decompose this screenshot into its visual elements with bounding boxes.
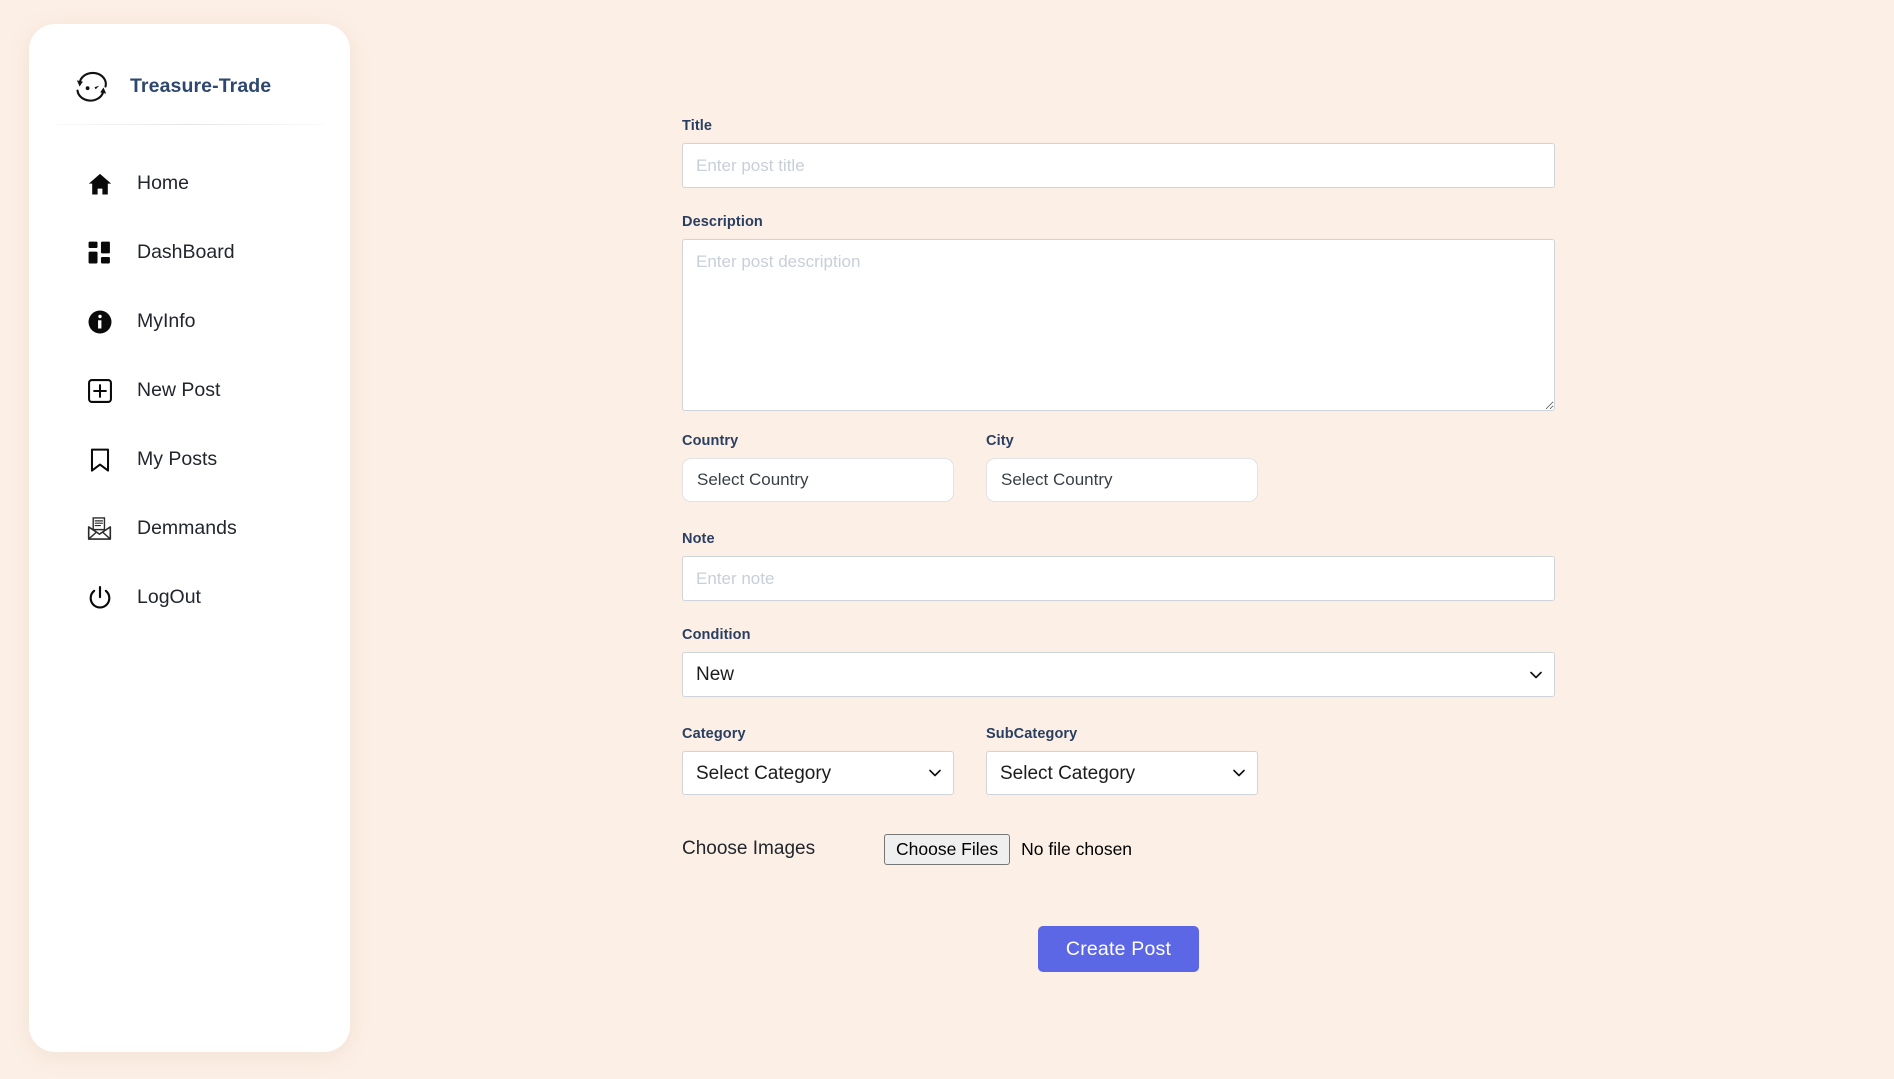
- home-icon: [85, 169, 114, 198]
- city-label: City: [986, 433, 1014, 449]
- sidebar-item-home[interactable]: Home: [29, 149, 350, 218]
- sidebar-item-label: My Posts: [137, 448, 218, 470]
- sidebar-item-label: New Post: [137, 379, 221, 401]
- country-label: Country: [682, 433, 739, 449]
- city-input[interactable]: [986, 458, 1258, 502]
- note-label: Note: [682, 531, 715, 547]
- brand-name: Treasure-Trade: [130, 75, 272, 97]
- condition-label: Condition: [682, 627, 751, 643]
- bookmark-icon: [85, 445, 114, 474]
- sidebar-item-logout[interactable]: LogOut: [29, 563, 350, 632]
- condition-field-group: Condition New: [682, 627, 1562, 697]
- choose-images-label: Choose Images: [682, 838, 816, 859]
- sidebar-item-myinfo[interactable]: MyInfo: [29, 287, 350, 356]
- country-field-group: Country: [682, 433, 954, 502]
- description-field-group: Description: [682, 214, 1562, 411]
- swap-arrows-face-icon: [70, 71, 114, 103]
- sidebar-item-dashboard[interactable]: DashBoard: [29, 218, 350, 287]
- category-row: Category Select Category SubCategory Sel…: [682, 726, 1562, 795]
- title-input[interactable]: [682, 143, 1555, 188]
- sidebar-item-label: Home: [137, 172, 190, 194]
- note-field-group: Note: [682, 531, 1562, 601]
- power-icon: [85, 583, 114, 612]
- category-label: Category: [682, 726, 746, 742]
- country-input[interactable]: [682, 458, 954, 502]
- sidebar-item-new-post[interactable]: New Post: [29, 356, 350, 425]
- sidebar-item-demmands[interactable]: Demmands: [29, 494, 350, 563]
- create-post-button[interactable]: Create Post: [1037, 926, 1200, 972]
- sidebar-divider: [55, 124, 324, 125]
- city-field-group: City: [986, 433, 1258, 502]
- subcategory-label: SubCategory: [986, 726, 1078, 742]
- choose-files-button[interactable]: Choose Files: [884, 833, 1011, 865]
- sidebar-item-label: DashBoard: [137, 241, 235, 263]
- file-input-control[interactable]: Choose Files No file chosen: [884, 833, 1133, 865]
- dashboard-grid-icon: [85, 238, 114, 267]
- file-chosen-status: No file chosen: [1021, 838, 1133, 859]
- create-post-form: Title Description Country City Note: [682, 0, 1562, 972]
- description-textarea[interactable]: [682, 239, 1555, 411]
- description-label: Description: [682, 214, 763, 230]
- title-field-group: Title: [682, 118, 1562, 188]
- sidebar-item-label: LogOut: [137, 586, 201, 608]
- note-input[interactable]: [682, 556, 1555, 601]
- subcategory-field-group: SubCategory Select Category: [986, 726, 1258, 795]
- plus-square-icon: [85, 376, 114, 405]
- submit-row: Create Post: [682, 926, 1555, 972]
- app-root: Treasure-Trade Home DashBoard MyInfo New…: [0, 0, 1894, 1079]
- sidebar-nav: Home DashBoard MyInfo New Post My Posts …: [29, 149, 350, 632]
- subcategory-select[interactable]: Select Category: [986, 751, 1258, 795]
- location-row: Country City: [682, 433, 1562, 502]
- brand[interactable]: Treasure-Trade: [29, 24, 350, 112]
- sidebar-item-label: MyInfo: [137, 310, 196, 332]
- info-circle-icon: [85, 307, 114, 336]
- sidebar-item-label: Demmands: [137, 517, 237, 539]
- condition-select[interactable]: New: [682, 652, 1555, 697]
- title-label: Title: [682, 118, 713, 134]
- open-envelope-letter-icon: [85, 514, 114, 543]
- sidebar: Treasure-Trade Home DashBoard MyInfo New…: [29, 24, 350, 1052]
- category-field-group: Category Select Category: [682, 726, 954, 795]
- category-select[interactable]: Select Category: [682, 751, 954, 795]
- choose-images-row: Choose Images Choose Files No file chose…: [682, 828, 1562, 870]
- sidebar-item-my-posts[interactable]: My Posts: [29, 425, 350, 494]
